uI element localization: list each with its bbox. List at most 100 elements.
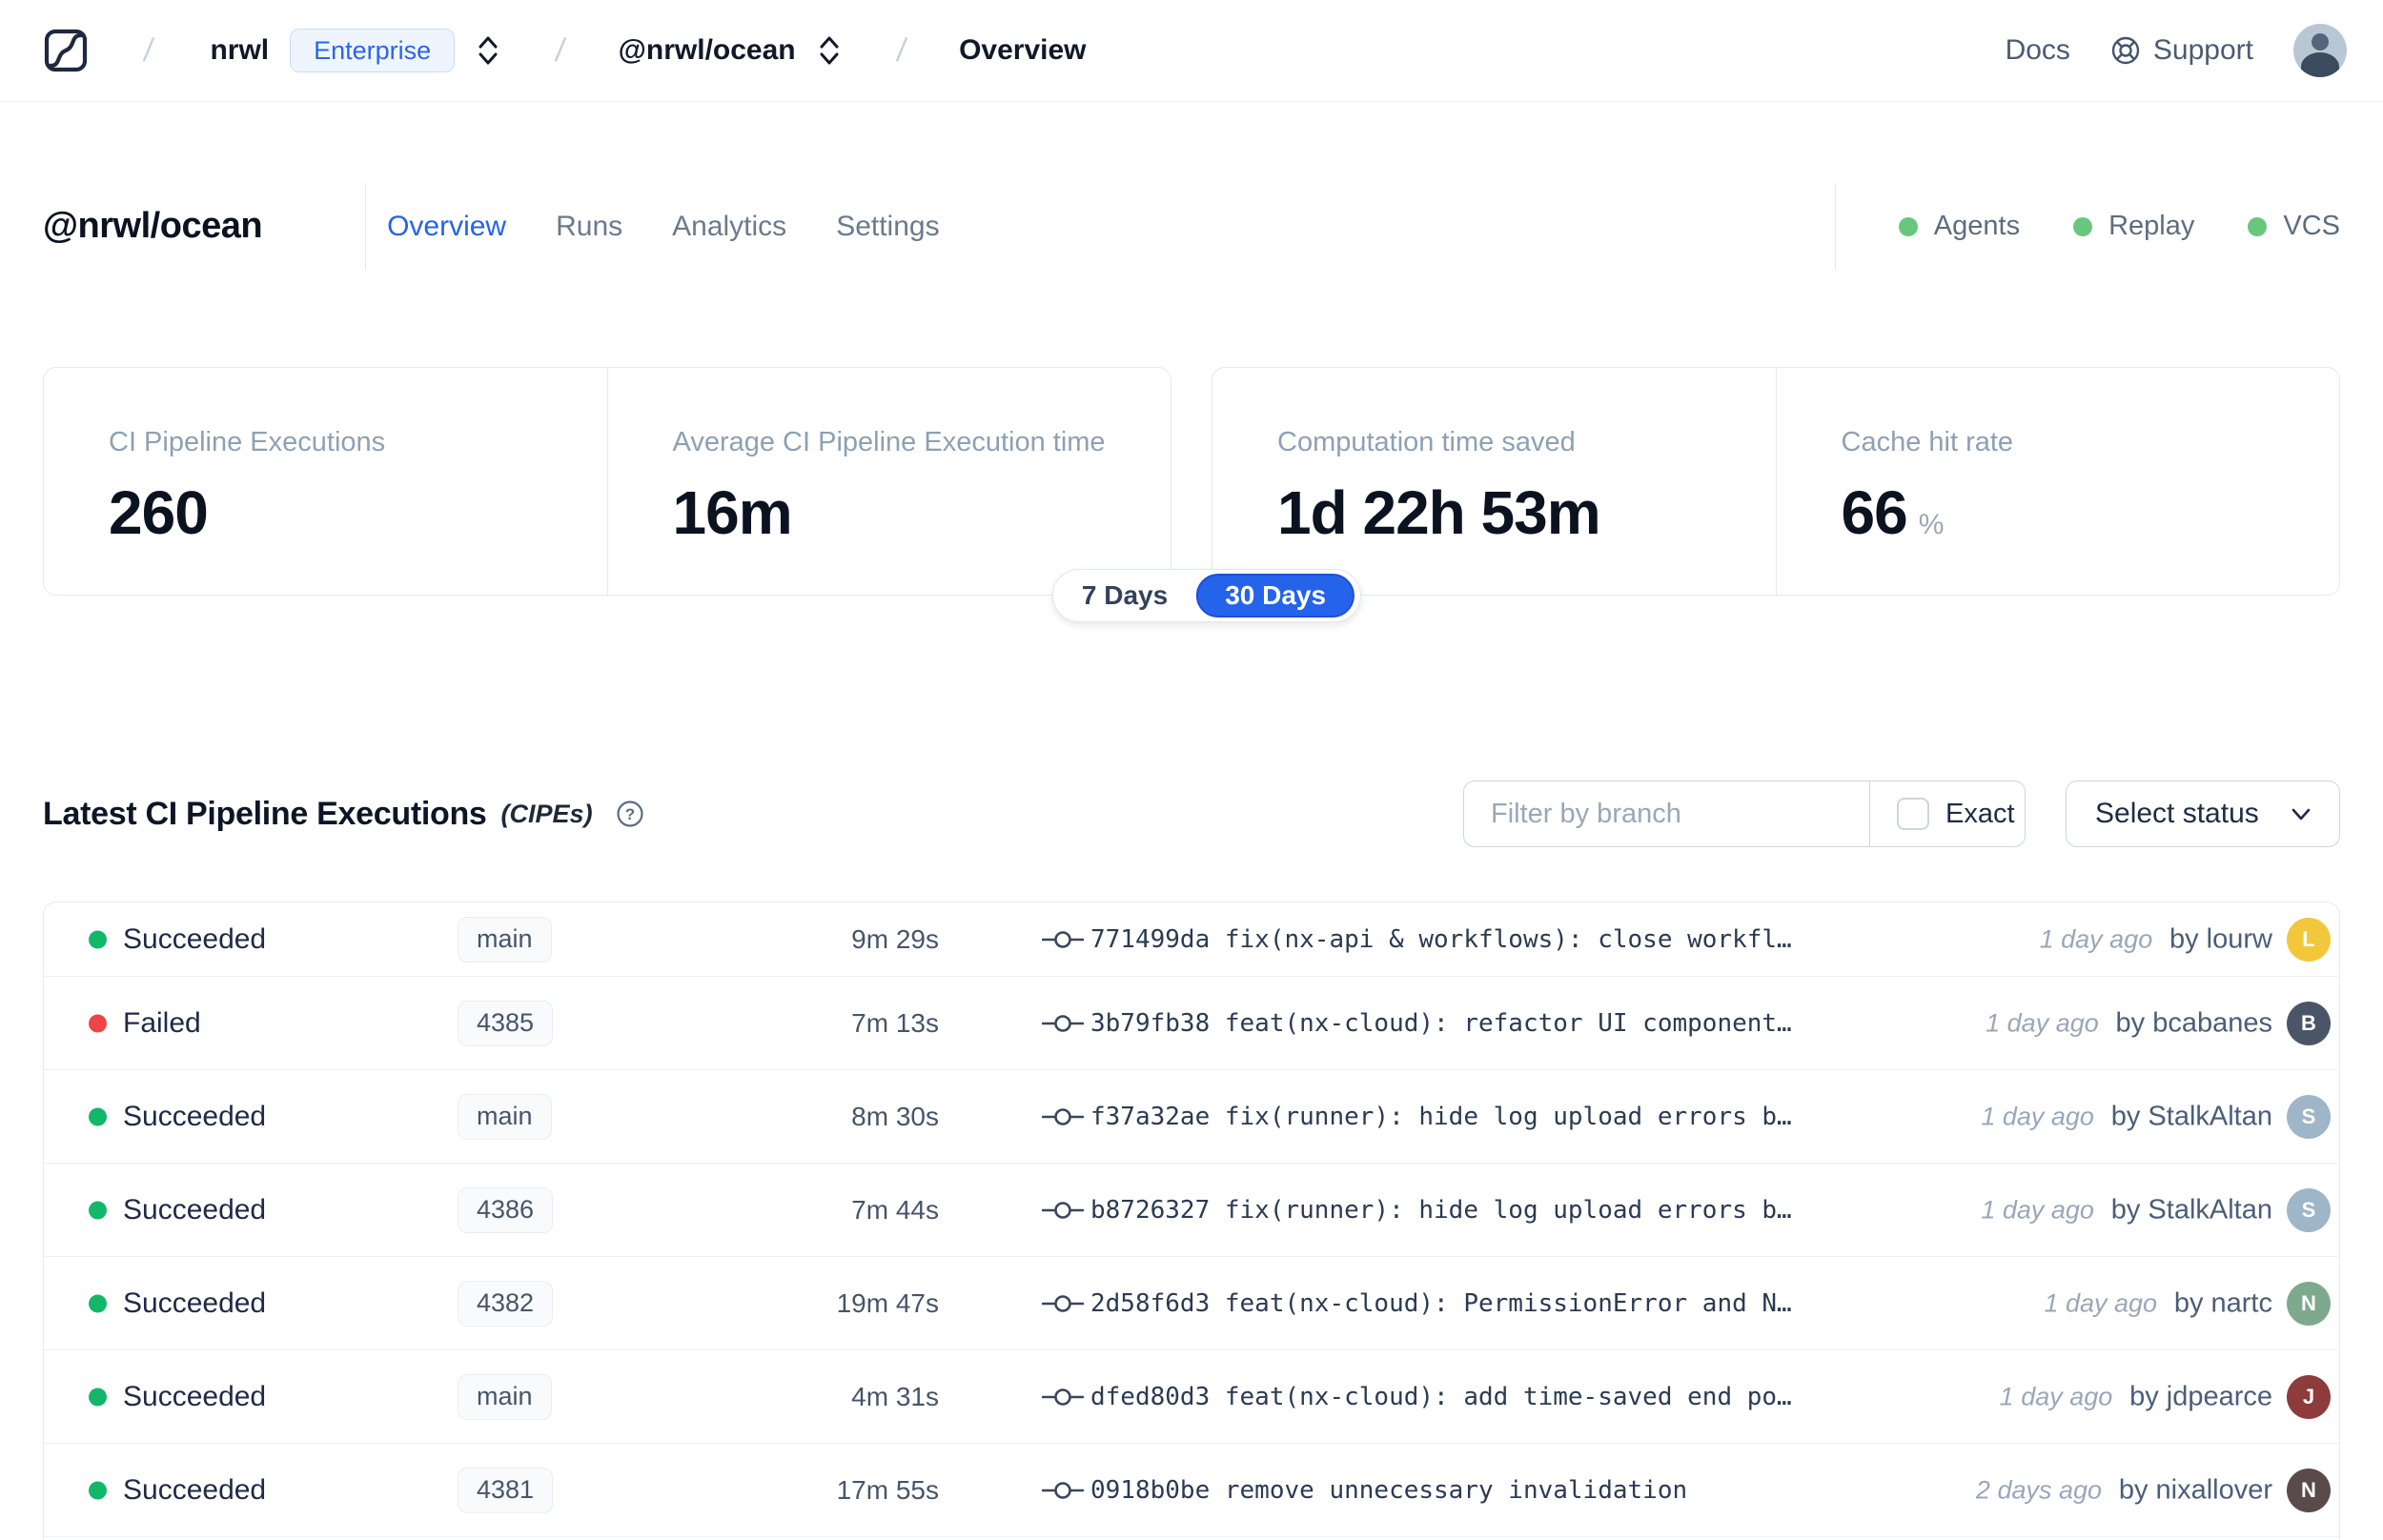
range-30-days-button[interactable]: 30 Days: [1196, 574, 1355, 618]
cipe-table-body: Succeeded main 9m 29s 771499da fix(nx-ap…: [44, 902, 2339, 1537]
green-status-dot-icon: [1898, 216, 1918, 236]
status-dot-icon: [89, 1294, 107, 1312]
org-switcher-chevrons-icon[interactable]: [476, 34, 500, 67]
author-avatar: J: [2287, 1374, 2331, 1419]
stats-section: CI Pipeline Executions 260 Average CI Pi…: [43, 367, 2340, 622]
workspace-tabs: Overview Runs Analytics Settings: [387, 211, 940, 243]
tab-settings[interactable]: Settings: [836, 211, 939, 243]
status-replay: Replay: [2073, 211, 2194, 242]
author: by lourw: [2169, 923, 2272, 954]
author-avatar: N: [2287, 1468, 2331, 1512]
branch-badge[interactable]: main: [458, 1373, 552, 1420]
cipe-section-header: Latest CI Pipeline Executions (CIPEs) ? …: [43, 780, 2340, 848]
table-row[interactable]: Succeeded main 8m 30s f37a32ae fix(runne…: [44, 1070, 2339, 1164]
author: by bcabanes: [2115, 1007, 2272, 1038]
branch-badge[interactable]: main: [458, 1093, 552, 1140]
time-ago: 1 day ago: [2044, 1288, 2158, 1317]
author-avatar: L: [2287, 917, 2331, 962]
branch-badge[interactable]: 4385: [458, 1000, 554, 1046]
workspace-switcher-chevrons-icon[interactable]: [817, 34, 842, 67]
status-dot-icon: [89, 1014, 107, 1032]
stats-panel-right: Computation time saved 1d 22h 53m Cache …: [1212, 367, 2340, 596]
time-ago: 1 day ago: [1981, 1102, 2094, 1130]
stat-cache-hit-rate: Cache hit rate 66 %: [1775, 368, 2340, 595]
user-avatar[interactable]: [2293, 24, 2347, 77]
exact-filter: Exact: [1869, 781, 2042, 846]
date-range-toggle: 7 Days 30 Days: [1051, 569, 1362, 622]
author: by StalkAltan: [2110, 1194, 2272, 1225]
breadcrumb-separator: /: [894, 31, 908, 69]
breadcrumb-workspace[interactable]: @nrwl/ocean: [619, 34, 796, 67]
git-commit-icon: [1042, 1290, 1084, 1317]
table-row[interactable]: Succeeded 4381 17m 55s 0918b0be remove u…: [44, 1444, 2339, 1537]
status-dot-icon: [89, 1201, 107, 1219]
branch-filter-input[interactable]: [1464, 781, 1869, 846]
tab-overview[interactable]: Overview: [387, 211, 506, 243]
breadcrumb-page: Overview: [959, 34, 1087, 66]
branch-badge[interactable]: main: [458, 916, 552, 962]
git-commit-icon: [1042, 1197, 1084, 1224]
tab-analytics[interactable]: Analytics: [672, 211, 786, 243]
row-meta: 1 day ago by StalkAltan: [1981, 1101, 2272, 1132]
status-label: Succeeded: [123, 1100, 267, 1132]
commit-message[interactable]: f37a32ae fix(runner): hide log upload er…: [1090, 1103, 1792, 1131]
status-dot-icon: [89, 1481, 107, 1499]
stat-computation-time-saved: Computation time saved 1d 22h 53m: [1277, 427, 1601, 547]
commit-message[interactable]: 3b79fb38 feat(nx-cloud): refactor UI com…: [1090, 1009, 1792, 1038]
commit-message[interactable]: b8726327 fix(runner): hide log upload er…: [1090, 1196, 1792, 1225]
range-7-days-button[interactable]: 7 Days: [1053, 580, 1196, 611]
exact-label: Exact: [1945, 798, 2015, 829]
table-row[interactable]: Succeeded main 4m 31s dfed80d3 feat(nx-c…: [44, 1350, 2339, 1444]
stat-average-execution-time: Average CI Pipeline Execution time 16m: [606, 368, 1171, 595]
status-select-dropdown[interactable]: Select status: [2066, 780, 2340, 847]
stats-panel-left: CI Pipeline Executions 260 Average CI Pi…: [43, 367, 1171, 596]
breadcrumb-org[interactable]: nrwl: [210, 34, 269, 67]
git-commit-icon: [1042, 1104, 1084, 1130]
row-meta: 2 days ago by nixallover: [1976, 1474, 2272, 1506]
status-dot-icon: [89, 1388, 107, 1406]
status-label: Succeeded: [123, 922, 267, 955]
breadcrumb-separator: /: [553, 31, 568, 69]
git-commit-icon: [1042, 1477, 1084, 1504]
status-label: Succeeded: [123, 1193, 267, 1226]
status-vcs: VCS: [2248, 211, 2340, 242]
commit-message[interactable]: 2d58f6d3 feat(nx-cloud): PermissionError…: [1090, 1289, 1792, 1318]
git-commit-icon: [1042, 1010, 1084, 1037]
status-label: Failed: [123, 1006, 201, 1039]
table-row[interactable]: Succeeded main 9m 29s 771499da fix(nx-ap…: [44, 902, 2339, 977]
nx-cloud-logo-icon[interactable]: [43, 28, 89, 73]
time-ago: 1 day ago: [2039, 924, 2153, 953]
commit-message[interactable]: 0918b0be remove unnecessary invalidation: [1090, 1476, 1687, 1505]
support-link[interactable]: Support: [2110, 34, 2253, 67]
chevron-down-icon: [2288, 800, 2314, 827]
branch-badge[interactable]: 4382: [458, 1280, 554, 1327]
duration: 8m 30s: [851, 1101, 939, 1131]
time-ago: 2 days ago: [1975, 1475, 2103, 1504]
help-icon[interactable]: ?: [616, 800, 644, 828]
duration: 4m 31s: [851, 1381, 939, 1411]
duration: 7m 13s: [851, 1007, 939, 1038]
topbar-actions: Docs Support: [2006, 24, 2347, 77]
duration: 7m 44s: [851, 1194, 939, 1225]
author-avatar: B: [2287, 1001, 2331, 1045]
tab-runs[interactable]: Runs: [556, 211, 622, 243]
status-label: Succeeded: [123, 1287, 267, 1319]
row-meta: 1 day ago by nartc: [2044, 1287, 2272, 1319]
git-commit-icon: [1042, 926, 1084, 953]
workspace-title: @nrwl/ocean: [43, 206, 263, 246]
author: by nixallover: [2118, 1474, 2272, 1505]
docs-link[interactable]: Docs: [2006, 34, 2070, 67]
branch-filter-group: Exact: [1463, 780, 2026, 847]
commit-message[interactable]: 771499da fix(nx-api & workflows): close …: [1090, 925, 1792, 954]
table-row[interactable]: Succeeded 4382 19m 47s 2d58f6d3 feat(nx-…: [44, 1257, 2339, 1350]
table-row[interactable]: Failed 4385 7m 13s 3b79fb38 feat(nx-clou…: [44, 977, 2339, 1070]
time-ago: 1 day ago: [1986, 1008, 2099, 1037]
exact-checkbox[interactable]: [1897, 798, 1929, 830]
section-title: Latest CI Pipeline Executions: [43, 795, 487, 832]
table-row[interactable]: Succeeded 4386 7m 44s b8726327 fix(runne…: [44, 1164, 2339, 1257]
branch-badge[interactable]: 4381: [458, 1467, 554, 1513]
workspace-header: @nrwl/ocean Overview Runs Analytics Sett…: [43, 181, 2340, 272]
git-commit-icon: [1042, 1384, 1084, 1410]
branch-badge[interactable]: 4386: [458, 1186, 554, 1233]
commit-message[interactable]: dfed80d3 feat(nx-cloud): add time-saved …: [1090, 1383, 1792, 1411]
